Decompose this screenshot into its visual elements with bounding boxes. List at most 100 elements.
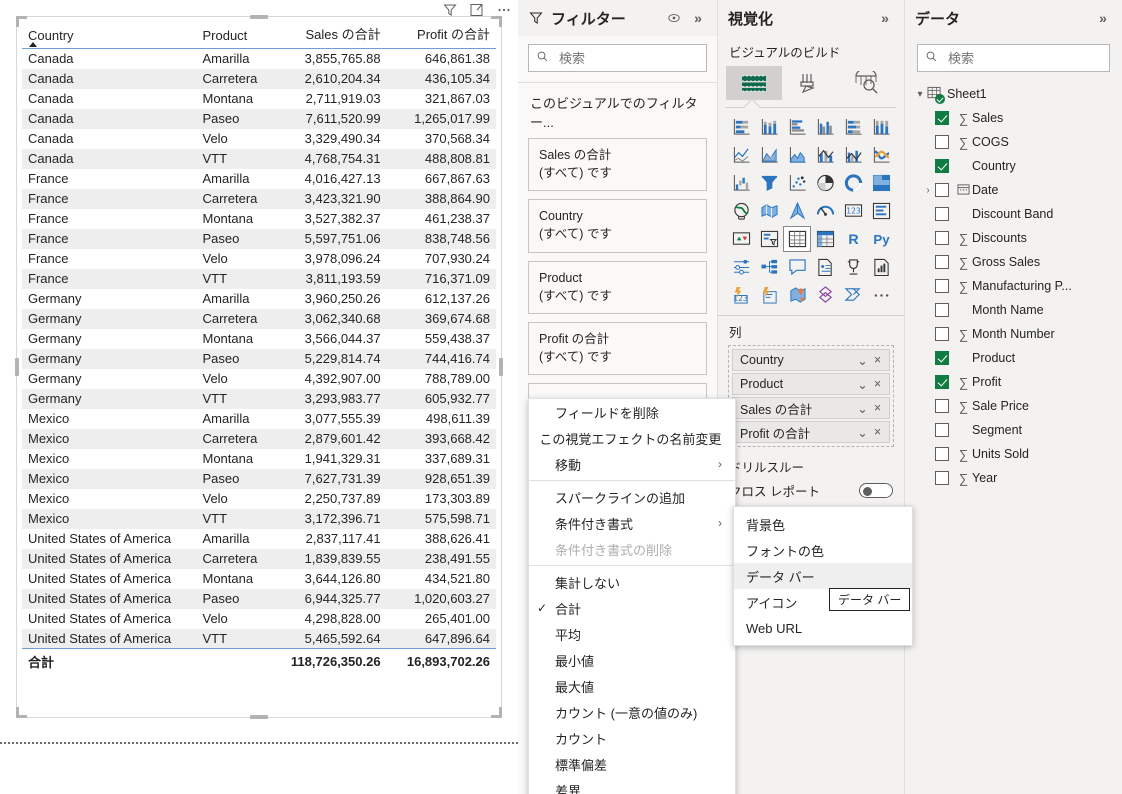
table-node-sheet1[interactable]: ▾ Sheet1 — [905, 82, 1122, 106]
table-row[interactable]: Germany Amarilla 3,960,250.26 612,137.26 — [22, 289, 496, 309]
field-row[interactable]: ›∑Manufacturing P... — [905, 274, 1122, 298]
submenu-item[interactable]: Web URL — [734, 615, 912, 641]
table-row[interactable]: France Amarilla 4,016,427.13 667,867.63 — [22, 169, 496, 189]
cell-sales[interactable]: 2,610,204.34 — [276, 68, 387, 89]
cell-country[interactable]: Mexico — [22, 409, 196, 429]
table-row[interactable]: Canada VTT 4,768,754.31 488,808.81 — [22, 148, 496, 169]
cell-product[interactable]: Amarilla — [196, 289, 276, 309]
donut-chart-icon[interactable] — [840, 171, 866, 195]
table-row[interactable]: Mexico VTT 3,172,396.71 575,598.71 — [22, 508, 496, 529]
resize-handle-left[interactable] — [15, 358, 19, 376]
line-chart-icon[interactable] — [728, 143, 754, 167]
stacked-column-chart-icon[interactable] — [756, 115, 782, 139]
cell-sales[interactable]: 3,855,765.88 — [276, 49, 386, 69]
filter-card[interactable]: Product (すべて) です — [528, 260, 707, 314]
table-row[interactable]: France VTT 3,811,193.59 716,371.09 — [22, 268, 496, 289]
remove-field-icon[interactable]: × — [870, 401, 885, 415]
clustered-column-chart-icon[interactable] — [812, 115, 838, 139]
cell-country[interactable]: France — [22, 249, 196, 269]
well-item[interactable]: Product ⌄ × — [732, 373, 890, 395]
more-visuals-icon[interactable] — [868, 283, 894, 307]
cell-product[interactable]: VTT — [196, 268, 277, 289]
stacked-bar-chart-icon[interactable] — [728, 115, 754, 139]
field-row[interactable]: ›∑Segment — [905, 418, 1122, 442]
Py-icon[interactable]: Py — [868, 227, 894, 251]
cell-profit[interactable]: 461,238.37 — [387, 209, 496, 229]
field-row[interactable]: ›∑Discount Band — [905, 202, 1122, 226]
resize-handle-bottom[interactable] — [250, 715, 268, 719]
field-checkbox[interactable] — [935, 111, 949, 125]
cell-profit[interactable]: 436,105.34 — [386, 68, 496, 89]
cell-sales[interactable]: 7,611,520.99 — [276, 108, 387, 129]
cell-product[interactable]: Montana — [196, 449, 276, 469]
card-icon[interactable]: 123 — [840, 199, 866, 223]
remove-field-icon[interactable]: × — [870, 425, 885, 439]
cell-sales[interactable]: 3,293,983.77 — [276, 388, 387, 409]
cell-country[interactable]: Mexico — [22, 489, 196, 509]
cell-country[interactable]: Canada — [22, 148, 197, 169]
chevron-down-icon[interactable]: ⌄ — [855, 353, 870, 368]
cell-country[interactable]: Germany — [22, 308, 197, 329]
table-row[interactable]: United States of America Amarilla 2,837,11… — [22, 529, 496, 549]
cell-profit[interactable]: 238,491.55 — [386, 548, 496, 569]
column-header-country[interactable]: Country — [22, 21, 197, 49]
cell-country[interactable]: United States of America — [22, 609, 196, 629]
context-menu-item[interactable]: 平均 — [529, 621, 735, 647]
field-row[interactable]: ›∑Month Number — [905, 322, 1122, 346]
R-icon[interactable]: R — [840, 227, 866, 251]
cell-sales[interactable]: 3,566,044.37 — [276, 329, 386, 349]
context-menu-item[interactable]: 最小値 — [529, 647, 735, 673]
cell-product[interactable]: Velo — [196, 489, 276, 509]
cell-country[interactable]: France — [22, 188, 197, 209]
visio-icon[interactable] — [812, 283, 838, 307]
context-menu-item[interactable]: 移動 › — [529, 451, 735, 477]
submenu-item[interactable]: フォントの色 — [734, 537, 912, 563]
cell-country[interactable]: Canada — [22, 129, 196, 149]
submenu-item[interactable]: 背景色 — [734, 511, 912, 537]
table-row[interactable]: Mexico Carretera 2,879,601.42 393,668.42 — [22, 428, 496, 449]
field-checkbox[interactable] — [935, 375, 949, 389]
power-apps-icon[interactable]: 123 — [728, 283, 754, 307]
cell-sales[interactable]: 3,172,396.71 — [276, 508, 387, 529]
table-row[interactable]: Mexico Amarilla 3,077,555.39 498,611.39 — [22, 409, 496, 429]
expand-chevrons-icon[interactable]: » — [1094, 9, 1112, 27]
build-visual-tab[interactable] — [726, 66, 782, 100]
cell-product[interactable]: VTT — [196, 508, 277, 529]
cell-country[interactable]: Germany — [22, 289, 196, 309]
columns-well[interactable]: Country ⌄ × Product ⌄ × Sales の合計 ⌄ × Profit の合計 ⌄… — [728, 345, 894, 447]
cell-sales[interactable]: 4,016,427.13 — [276, 169, 386, 189]
decomposition-tree-icon[interactable] — [756, 255, 782, 279]
context-menu-item[interactable]: 差異 — [529, 777, 735, 794]
context-menu-item[interactable]: この視覚エフェクトの名前変更 — [529, 425, 735, 451]
narrative-icon[interactable] — [812, 255, 838, 279]
cell-product[interactable]: Amarilla — [196, 529, 276, 549]
filter-card[interactable]: Sales の合計 (すべて) です — [528, 138, 707, 192]
table-row[interactable]: United States of America Paseo 6,944,325.7… — [22, 588, 496, 609]
chevron-down-icon[interactable]: ▾ — [913, 89, 927, 100]
cell-product[interactable]: VTT — [196, 148, 277, 169]
table-row[interactable]: Canada Carretera 2,610,204.34 436,105.34 — [22, 68, 496, 89]
cell-profit[interactable]: 667,867.63 — [387, 169, 496, 189]
table-row[interactable]: Germany VTT 3,293,983.77 605,932.77 — [22, 388, 496, 409]
cell-product[interactable]: Velo — [196, 369, 276, 389]
cell-country[interactable]: Canada — [22, 49, 196, 69]
cell-country[interactable]: Germany — [22, 388, 197, 409]
metrics-icon[interactable] — [868, 255, 894, 279]
cell-country[interactable]: Mexico — [22, 468, 197, 489]
remove-field-icon[interactable]: × — [870, 353, 885, 367]
field-row[interactable]: ›∑Sale Price — [905, 394, 1122, 418]
context-menu-item[interactable]: ✓ 合計 — [529, 595, 735, 621]
cell-profit[interactable]: 744,416.74 — [386, 348, 496, 369]
field-checkbox[interactable] — [935, 279, 949, 293]
cell-product[interactable]: VTT — [196, 628, 277, 649]
table-row[interactable]: United States of America Montana 3,644,126… — [22, 569, 496, 589]
table-row[interactable]: Germany Carretera 3,062,340.68 369,674.68 — [22, 308, 496, 329]
submenu-item[interactable]: データ バー — [734, 563, 912, 589]
field-checkbox[interactable] — [935, 159, 949, 173]
field-row[interactable]: ›∑Month Name — [905, 298, 1122, 322]
cell-country[interactable]: Germany — [22, 329, 196, 349]
paginated-report-icon[interactable] — [840, 255, 866, 279]
cell-country[interactable]: Canada — [22, 68, 197, 89]
cell-profit[interactable]: 265,401.00 — [387, 609, 496, 629]
cell-product[interactable]: Velo — [196, 129, 276, 149]
